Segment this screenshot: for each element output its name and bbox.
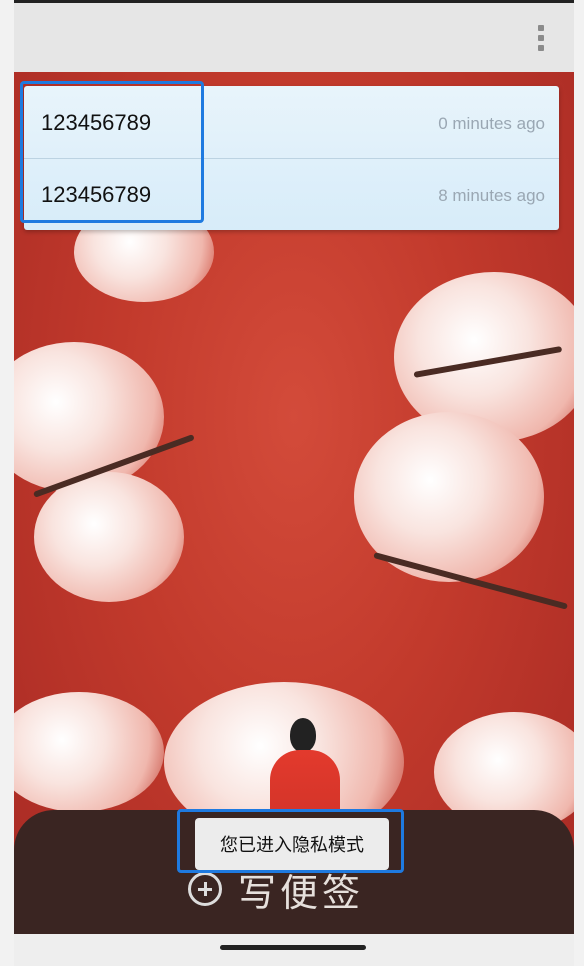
app-bar <box>14 0 574 72</box>
highlight-box <box>20 81 204 223</box>
figure-head <box>290 718 316 752</box>
nav-strip <box>14 934 574 966</box>
highlight-box <box>177 809 404 873</box>
blossom-cluster <box>14 692 164 812</box>
blossom-cluster <box>34 472 184 602</box>
note-time: 8 minutes ago <box>438 186 545 205</box>
blossom-cluster <box>14 342 164 492</box>
note-time: 0 minutes ago <box>438 114 545 133</box>
home-indicator[interactable] <box>220 945 366 950</box>
more-options-icon[interactable] <box>534 25 548 55</box>
plus-circle-icon <box>188 872 222 906</box>
